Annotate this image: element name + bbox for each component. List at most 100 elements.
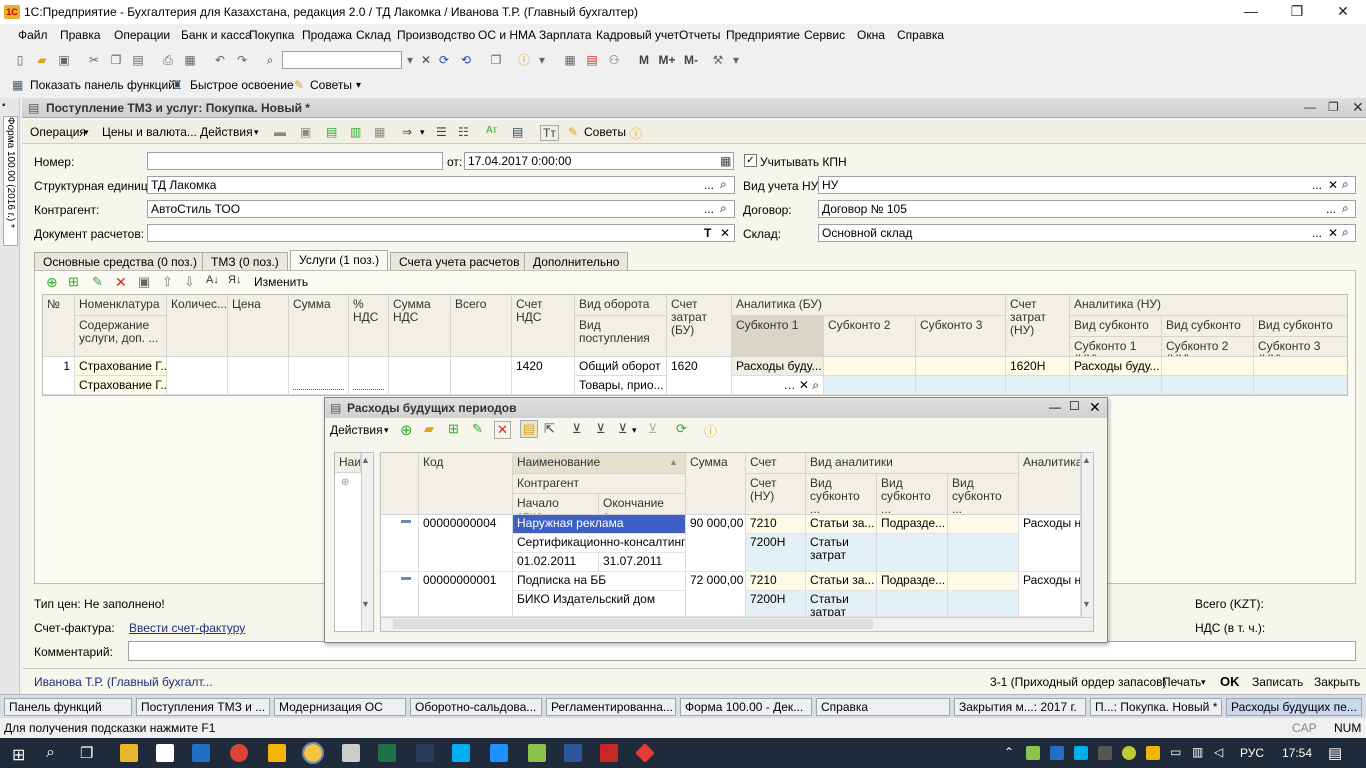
show-panel-button[interactable]: Показать панель функций bbox=[30, 78, 175, 92]
col-content[interactable]: Содержание услуги, доп. ... bbox=[75, 316, 167, 357]
pcol-vs1[interactable]: Вид субконто ... bbox=[806, 474, 877, 515]
post-icon[interactable]: ▬ bbox=[274, 125, 286, 139]
col-subconto2[interactable]: Субконто 2 bbox=[824, 316, 916, 357]
save-icon[interactable]: ▣ bbox=[56, 52, 72, 68]
popup-hscroll-thumb[interactable] bbox=[393, 619, 873, 629]
quick-learning-button[interactable]: Быстрое освоение bbox=[190, 78, 294, 92]
pcol-start[interactable]: Начало спис... bbox=[513, 494, 599, 515]
app-green-icon[interactable] bbox=[528, 744, 546, 762]
row-vat-sum[interactable] bbox=[389, 357, 451, 395]
warehouse-search-icon[interactable]: ⌕ bbox=[1342, 225, 1349, 240]
popup-scroll-up-icon[interactable]: ▲ bbox=[1082, 455, 1091, 465]
row-s1nu[interactable] bbox=[1070, 376, 1162, 395]
tools-dropdown-icon[interactable]: ▾ bbox=[728, 52, 744, 68]
info-icon[interactable]: ⓘ bbox=[516, 52, 532, 68]
popup-actions-dropdown-icon[interactable]: ▾ bbox=[384, 425, 389, 436]
popup-minimize-button[interactable]: — bbox=[1049, 400, 1061, 414]
row-vs3[interactable] bbox=[1254, 357, 1347, 376]
col-qty[interactable]: Количес... bbox=[167, 295, 228, 357]
tree-header[interactable]: Наи bbox=[335, 453, 361, 473]
nu-select-button[interactable]: ... bbox=[1312, 178, 1322, 192]
clear-search-icon[interactable]: ✕ bbox=[418, 52, 434, 68]
operation-dropdown-icon[interactable]: ▾ bbox=[84, 127, 89, 138]
author-label[interactable]: Иванова Т.Р. (Главный бухгалт... bbox=[34, 675, 213, 689]
operation-button[interactable]: Операция bbox=[30, 125, 86, 139]
tab-services[interactable]: Услуги (1 поз.) bbox=[290, 250, 389, 270]
list-icon[interactable]: ☰ bbox=[436, 125, 447, 139]
memory-minus-button[interactable]: M- bbox=[680, 52, 702, 68]
action-center-icon[interactable]: ▤ bbox=[1328, 744, 1342, 762]
row-subconto2[interactable] bbox=[824, 357, 916, 376]
popup-filter-icon[interactable]: ⊻ bbox=[572, 421, 582, 437]
row-subconto1[interactable]: Расходы буду... bbox=[732, 357, 824, 376]
unit-field[interactable]: ТД Лакомка bbox=[147, 176, 735, 194]
memory-plus-button[interactable]: M+ bbox=[656, 52, 678, 68]
tray-user-icon[interactable] bbox=[1026, 746, 1040, 760]
menu-item-10[interactable]: Кадровый учет bbox=[596, 28, 679, 42]
maximize-button[interactable]: ❐ bbox=[1274, 0, 1320, 24]
window-tab-6[interactable]: Справка bbox=[816, 698, 950, 716]
tips-button[interactable]: Советы bbox=[310, 78, 352, 92]
row-s3nu[interactable] bbox=[1254, 376, 1347, 395]
prow1-vs1[interactable]: Статьи за... bbox=[806, 515, 877, 534]
row-cost-nu-b[interactable] bbox=[1006, 376, 1070, 395]
warehouse-clear-icon[interactable]: ✕ bbox=[1328, 226, 1338, 240]
prow1-vs1nu[interactable]: Статьи затрат bbox=[806, 534, 877, 572]
popup-scroll-down-icon[interactable]: ▼ bbox=[1082, 599, 1091, 609]
pcol-end[interactable]: Окончание с... bbox=[599, 494, 686, 515]
copy-doc-icon[interactable]: ▤ bbox=[326, 125, 337, 139]
col-subconto1[interactable]: Субконто 1 bbox=[732, 316, 824, 357]
prow1-code[interactable]: 00000000004 bbox=[419, 515, 513, 572]
window-tab-7[interactable]: Закрытия м...: 2017 г. bbox=[954, 698, 1086, 716]
print-form-label[interactable]: 3-1 (Приходный ордер запасов) bbox=[990, 675, 1167, 689]
tab-additional[interactable]: Дополнительно bbox=[524, 252, 629, 270]
move-up-icon[interactable]: ⇧ bbox=[162, 274, 173, 290]
store-icon[interactable] bbox=[156, 744, 174, 762]
contract-select-button[interactable]: ... bbox=[1326, 202, 1336, 216]
number-field[interactable] bbox=[147, 152, 443, 170]
tips-dropdown-icon[interactable]: ▾ bbox=[356, 80, 361, 91]
paste-icon[interactable]: ▤ bbox=[130, 52, 146, 68]
row-receipt[interactable]: Товары, прио... bbox=[575, 376, 667, 395]
prow1-vs3[interactable] bbox=[948, 515, 1019, 534]
info-dropdown-icon[interactable]: ▾ bbox=[534, 52, 550, 68]
redo-icon[interactable]: ↷ bbox=[234, 52, 250, 68]
row-vat-account[interactable]: 1420 bbox=[512, 357, 575, 395]
col-vs2[interactable]: Вид субконто ... bbox=[1162, 316, 1254, 337]
row-subconto2b[interactable] bbox=[824, 376, 916, 395]
nu-field[interactable]: НУ bbox=[818, 176, 1356, 194]
prow2-contractor[interactable]: БИКО Издательский дом bbox=[513, 591, 686, 617]
popup-level-up-icon[interactable]: ⇱ bbox=[544, 421, 555, 437]
popup-hierarchy-icon[interactable]: ▤ bbox=[520, 420, 539, 438]
prow2-analytics[interactable]: Расходы на bbox=[1019, 572, 1081, 617]
calculator-icon[interactable]: ▦ bbox=[562, 52, 578, 68]
tree-expand-icon[interactable]: ⊕ bbox=[341, 477, 349, 488]
col-n[interactable]: № bbox=[43, 295, 75, 357]
chrome-icon[interactable] bbox=[230, 744, 248, 762]
prow2-account[interactable]: 7210 bbox=[746, 572, 806, 591]
pcol-name[interactable]: Наименование bbox=[513, 453, 686, 474]
col-s1nu[interactable]: Субконто 1 (НУ) bbox=[1070, 337, 1162, 357]
col-s3nu[interactable]: Субконто 3 (НУ) bbox=[1254, 337, 1347, 357]
windows-icon[interactable]: ❐ bbox=[488, 52, 504, 68]
contract-field[interactable]: Договор № 105 bbox=[818, 200, 1356, 218]
tree-scroll-up-icon[interactable]: ▲ bbox=[361, 455, 370, 465]
preview-icon[interactable]: ▦ bbox=[182, 52, 198, 68]
menu-item-9[interactable]: Зарплата bbox=[539, 28, 592, 42]
pcol-sum[interactable]: Сумма bbox=[686, 453, 746, 515]
pcol-account-nu[interactable]: Счет (НУ) bbox=[746, 474, 806, 515]
row-subconto3b[interactable] bbox=[916, 376, 1006, 395]
popup-help-icon[interactable]: ⓘ bbox=[704, 421, 717, 440]
row-n[interactable]: 1 bbox=[43, 357, 75, 395]
tray-outlook-icon[interactable] bbox=[1050, 746, 1064, 760]
tray-expand-icon[interactable]: ⌃ bbox=[1004, 745, 1014, 759]
structure-icon[interactable]: ▦ bbox=[374, 125, 385, 139]
prow1-start[interactable]: 01.02.2011 bbox=[513, 553, 599, 572]
menu-item-2[interactable]: Операции bbox=[114, 28, 170, 42]
prow2-marker[interactable] bbox=[381, 572, 419, 617]
popup-filter-dropdown-icon[interactable]: ▾ bbox=[632, 425, 637, 436]
tray-app-icon[interactable] bbox=[1098, 746, 1112, 760]
prow2-vs3nu[interactable] bbox=[948, 591, 1019, 617]
search-app-icon[interactable] bbox=[416, 744, 434, 762]
popup-close-button[interactable]: ✕ bbox=[1089, 399, 1101, 416]
